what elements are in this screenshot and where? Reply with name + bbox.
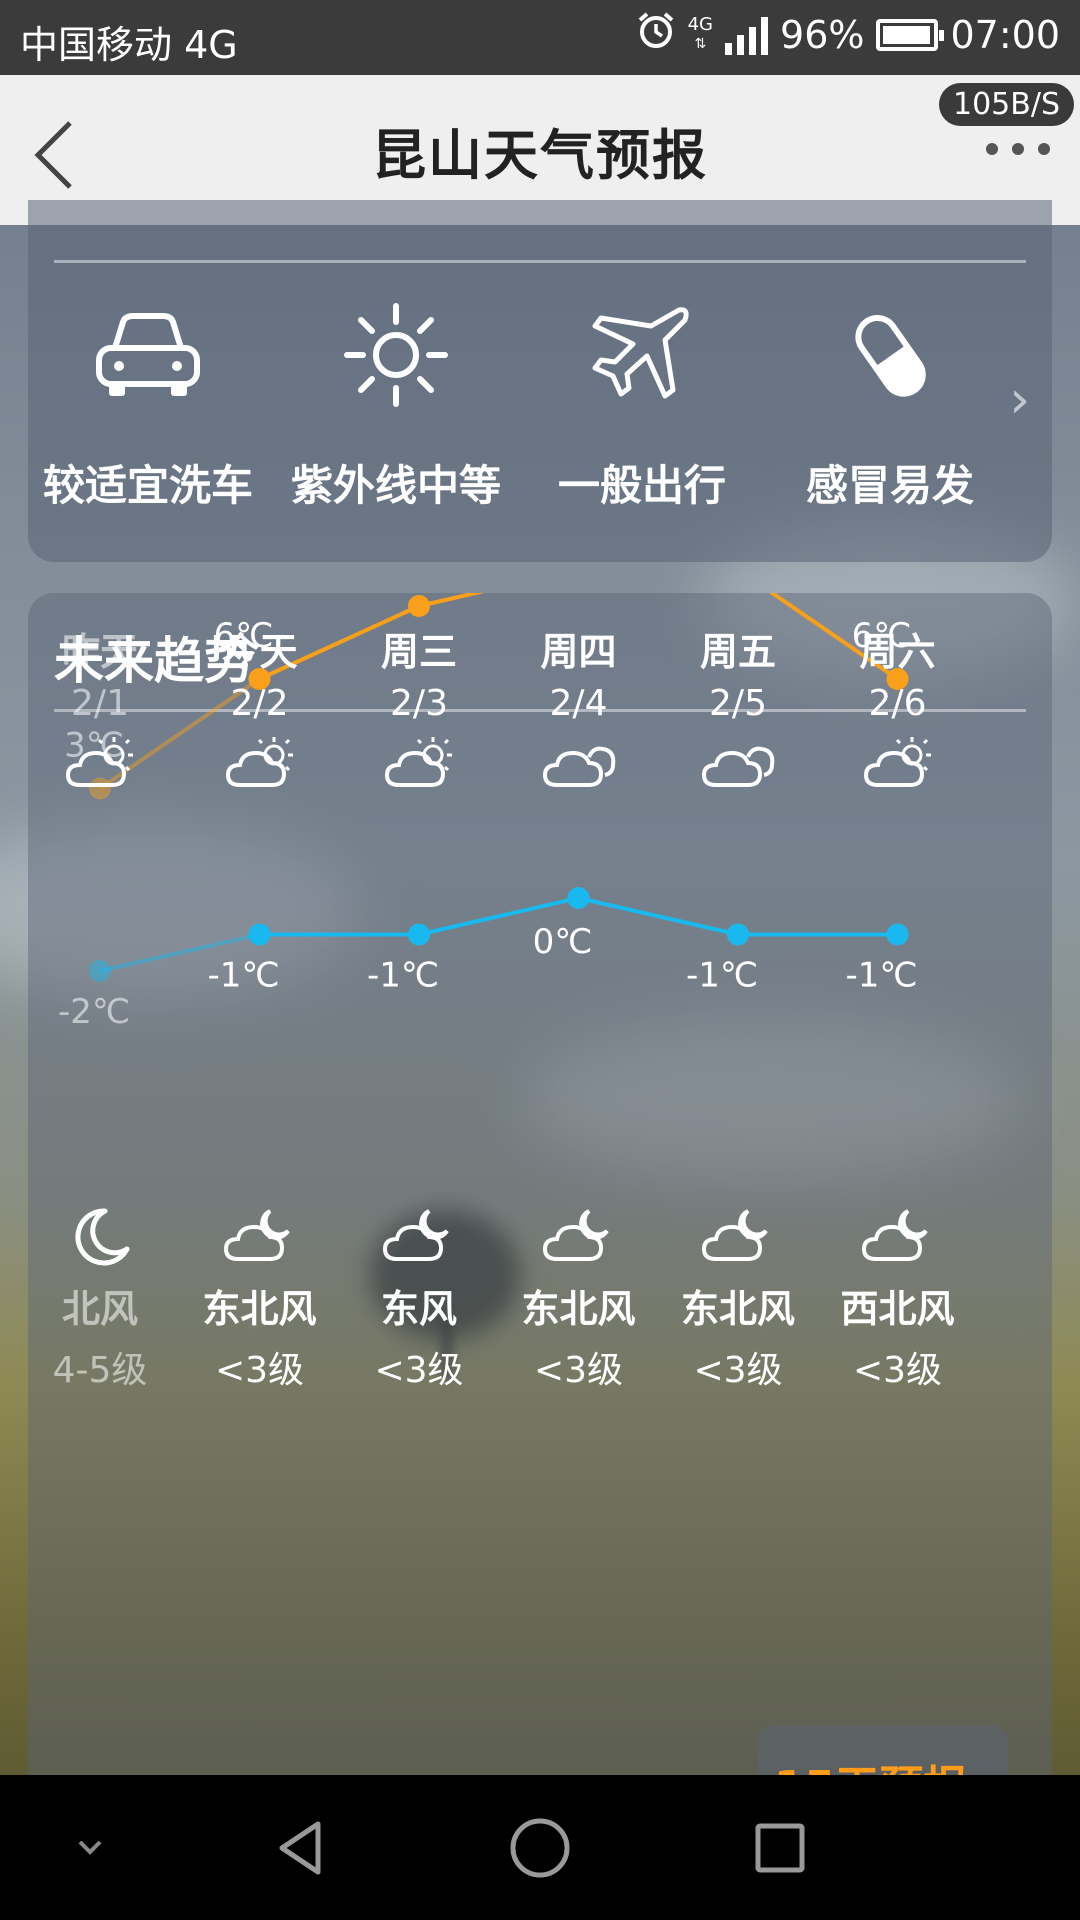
carrier-label: 中国移动 4G [20, 23, 238, 67]
cloudy-night-icon [499, 1203, 659, 1283]
life-index-label: 感冒易发 [805, 461, 974, 510]
clock: 07:00 [950, 12, 1060, 57]
airplane-icon [522, 300, 762, 410]
wind-direction: 东北风 [521, 1287, 636, 1331]
partly-cloudy-icon [339, 733, 499, 803]
low-temp-label: -1℃ [367, 956, 439, 996]
car-icon [28, 300, 268, 410]
wind-level: <3级 [533, 1350, 624, 1391]
date-label: 2/6 [868, 683, 927, 724]
navigation-bar [0, 1775, 1080, 1920]
recents-nav-button[interactable] [710, 1775, 850, 1920]
status-bar: 中国移动 4G 4G ⇅ 96% 07:00 [0, 0, 1080, 75]
chevron-left-icon [34, 121, 72, 189]
date-label: 2/5 [709, 683, 767, 724]
partly-cloudy-icon [180, 733, 340, 803]
date-label: 2/4 [549, 683, 608, 724]
day-label: 今天 [221, 630, 298, 674]
life-index-label: 一般出行 [557, 461, 726, 510]
cloudy-icon [658, 733, 818, 803]
low-temp-label: 0℃ [533, 922, 593, 962]
day-label: 昨天 [61, 630, 138, 674]
trend-card: 未来趋势 3℃6℃8℃9℃9℃6℃-2℃-1℃-1℃0℃-1℃-1℃ 昨天2/1… [28, 593, 1052, 1893]
low-temp-point [408, 923, 430, 946]
low-temp-label: -2℃ [58, 992, 130, 1032]
low-temp-point [567, 887, 590, 909]
high-temp-line-segment [418, 593, 485, 608]
low-temp-label: -1℃ [845, 956, 917, 996]
life-index-uv[interactable]: 紫外线中等 [276, 300, 516, 513]
wind-direction: 东北风 [680, 1287, 795, 1331]
life-index-car-wash[interactable]: 较适宜洗车 [28, 300, 268, 513]
square-recents-icon [755, 1823, 805, 1872]
date-label: 2/2 [230, 683, 289, 724]
hide-nav-button[interactable] [20, 1775, 160, 1920]
partly-cloudy-icon [20, 733, 180, 803]
day-label: 周五 [699, 630, 776, 674]
low-temp-label: -1℃ [207, 956, 279, 996]
wind-level: <3级 [693, 1350, 783, 1391]
divider [54, 260, 1026, 263]
triangle-back-icon [279, 1821, 321, 1874]
chevron-down-icon [78, 1840, 102, 1855]
cloudy-icon [499, 733, 659, 803]
partly-cloudy-icon [818, 733, 978, 803]
date-label: 2/3 [390, 683, 448, 724]
date-label: 2/1 [71, 683, 129, 724]
cloudy-night-icon [658, 1203, 818, 1283]
moon-icon [20, 1203, 180, 1283]
chevron-right-icon[interactable]: › [1009, 370, 1030, 430]
cloudy-night-icon [180, 1203, 340, 1283]
wind-direction: 西北风 [840, 1287, 955, 1331]
life-index-card: 较适宜洗车 紫外线中等 一般出行 感冒易发 › [28, 200, 1052, 562]
low-temp-point [248, 923, 271, 946]
signal-icon [725, 15, 769, 55]
life-index-travel[interactable]: 一般出行 [522, 300, 762, 513]
high-temp-point [408, 595, 430, 617]
cloudy-night-icon [339, 1203, 499, 1283]
wind-level: <3级 [374, 1350, 464, 1391]
low-temp-point [89, 960, 111, 982]
day-label: 周六 [859, 630, 936, 674]
day-label: 周四 [540, 630, 617, 674]
wind-level: <3级 [214, 1350, 305, 1391]
wind-direction: 东风 [380, 1287, 457, 1331]
battery-icon [876, 18, 945, 51]
wind-direction: 北风 [61, 1287, 138, 1331]
back-nav-button[interactable] [230, 1775, 370, 1920]
more-menu-button[interactable] [986, 143, 1050, 155]
low-temp-label: -1℃ [686, 956, 758, 996]
network-type-icon: 4G ⇅ [687, 14, 714, 53]
wind-direction: 东北风 [202, 1287, 317, 1331]
life-index-label: 较适宜洗车 [42, 461, 253, 510]
alarm-icon [636, 10, 676, 59]
wind-level: <3级 [852, 1350, 943, 1391]
wind-level: 4-5级 [52, 1350, 148, 1391]
pill-icon [770, 300, 1010, 410]
back-button[interactable] [30, 115, 90, 195]
circle-home-icon [510, 1818, 570, 1877]
home-nav-button[interactable] [470, 1775, 610, 1920]
life-index-label: 紫外线中等 [290, 461, 501, 510]
low-temp-point [886, 923, 909, 946]
page-title: 昆山天气预报 [372, 123, 708, 187]
day-label: 周三 [380, 630, 457, 674]
life-index-cold[interactable]: 感冒易发 [770, 300, 1010, 513]
battery-percent: 96% [780, 12, 865, 57]
net-speed-badge: 105B/S [939, 83, 1074, 126]
sun-icon [276, 300, 516, 410]
low-temp-line-segment [578, 896, 739, 937]
low-temp-point [727, 923, 749, 946]
cloudy-night-icon [818, 1203, 978, 1283]
